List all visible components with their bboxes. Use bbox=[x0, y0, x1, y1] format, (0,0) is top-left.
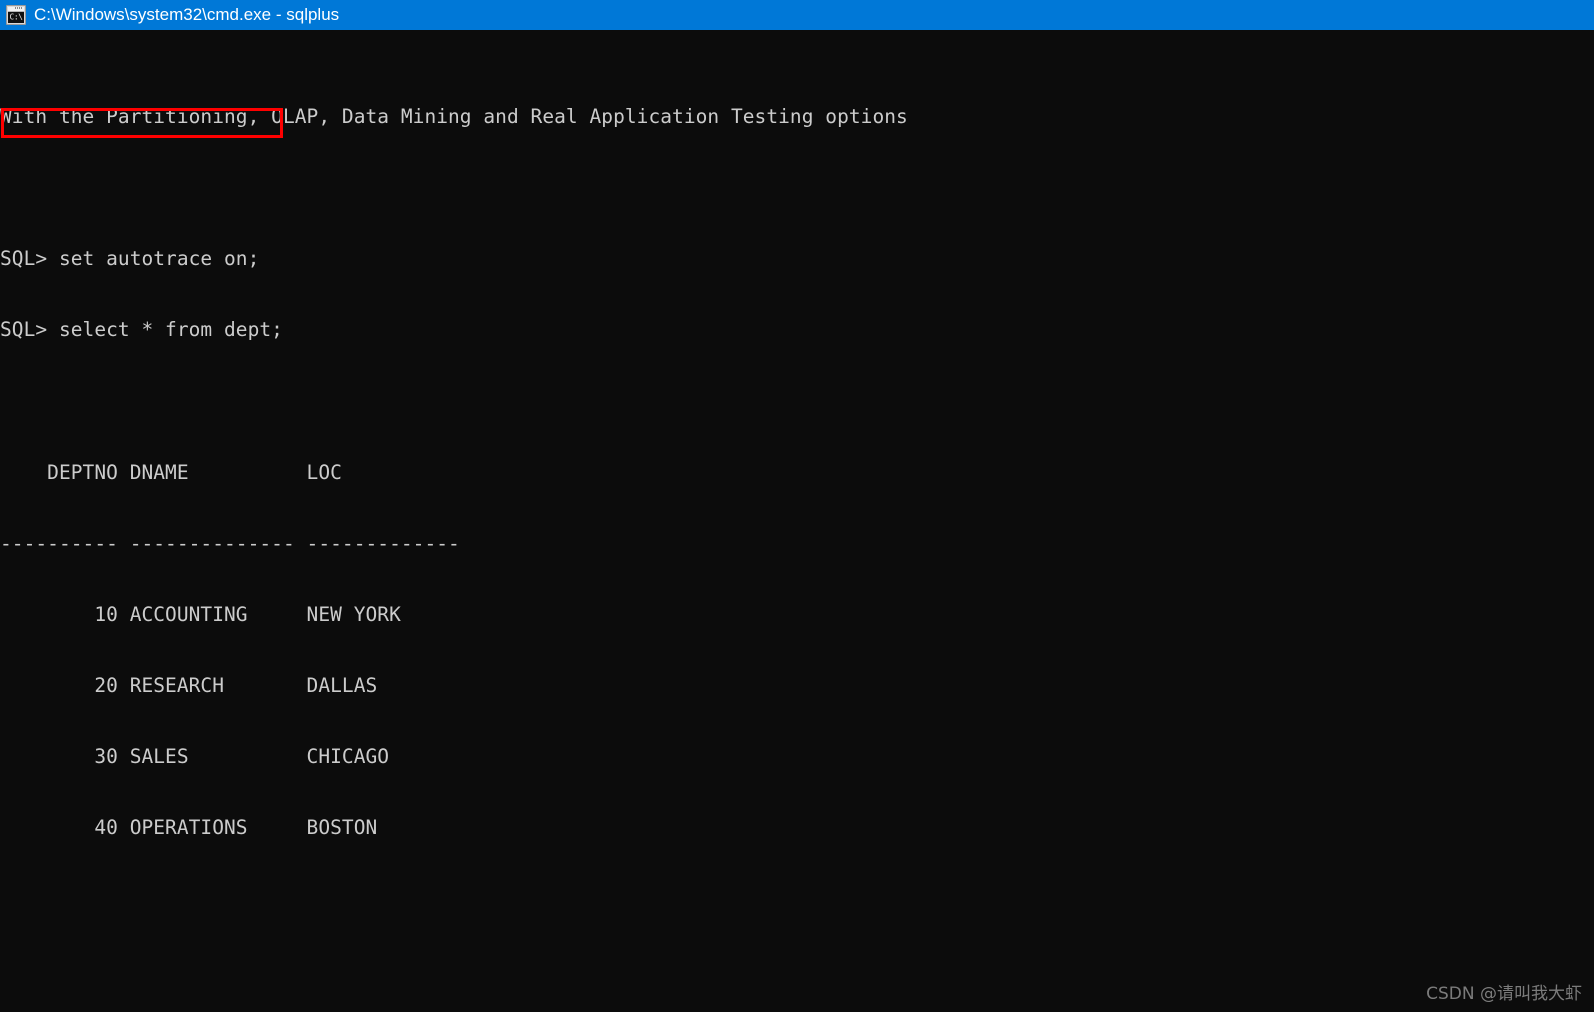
table-row: 30 SALES CHICAGO bbox=[0, 744, 390, 768]
cmd-icon-screen: C:\ bbox=[8, 12, 24, 23]
console-surface[interactable]: With the Partitioning, OLAP, Data Mining… bbox=[0, 30, 1594, 1012]
command-set-autotrace: SQL> set autotrace on; bbox=[0, 247, 260, 271]
result-table-separator: ---------- -------------- ------------- bbox=[0, 531, 460, 555]
table-row: 40 OPERATIONS BOSTON bbox=[0, 816, 378, 840]
window-titlebar[interactable]: C:\ C:\Windows\system32\cmd.exe - sqlplu… bbox=[0, 0, 1594, 30]
command-select-dept: SQL> select * from dept; bbox=[0, 318, 283, 342]
cmd-icon-prompt-glyph: C:\ bbox=[9, 12, 23, 21]
result-table-header: DEPTNO DNAME LOC bbox=[0, 460, 342, 484]
window-title: C:\Windows\system32\cmd.exe - sqlplus bbox=[34, 5, 340, 24]
table-row: 20 RESEARCH DALLAS bbox=[0, 673, 378, 697]
banner-line: With the Partitioning, OLAP, Data Mining… bbox=[0, 105, 908, 129]
cmd-console-icon: C:\ bbox=[6, 5, 26, 25]
terminal-output: With the Partitioning, OLAP, Data Mining… bbox=[0, 34, 908, 1012]
table-row: 10 ACCOUNTING NEW YORK bbox=[0, 602, 401, 626]
watermark-text: CSDN @请叫我大虾 bbox=[1426, 984, 1582, 1004]
